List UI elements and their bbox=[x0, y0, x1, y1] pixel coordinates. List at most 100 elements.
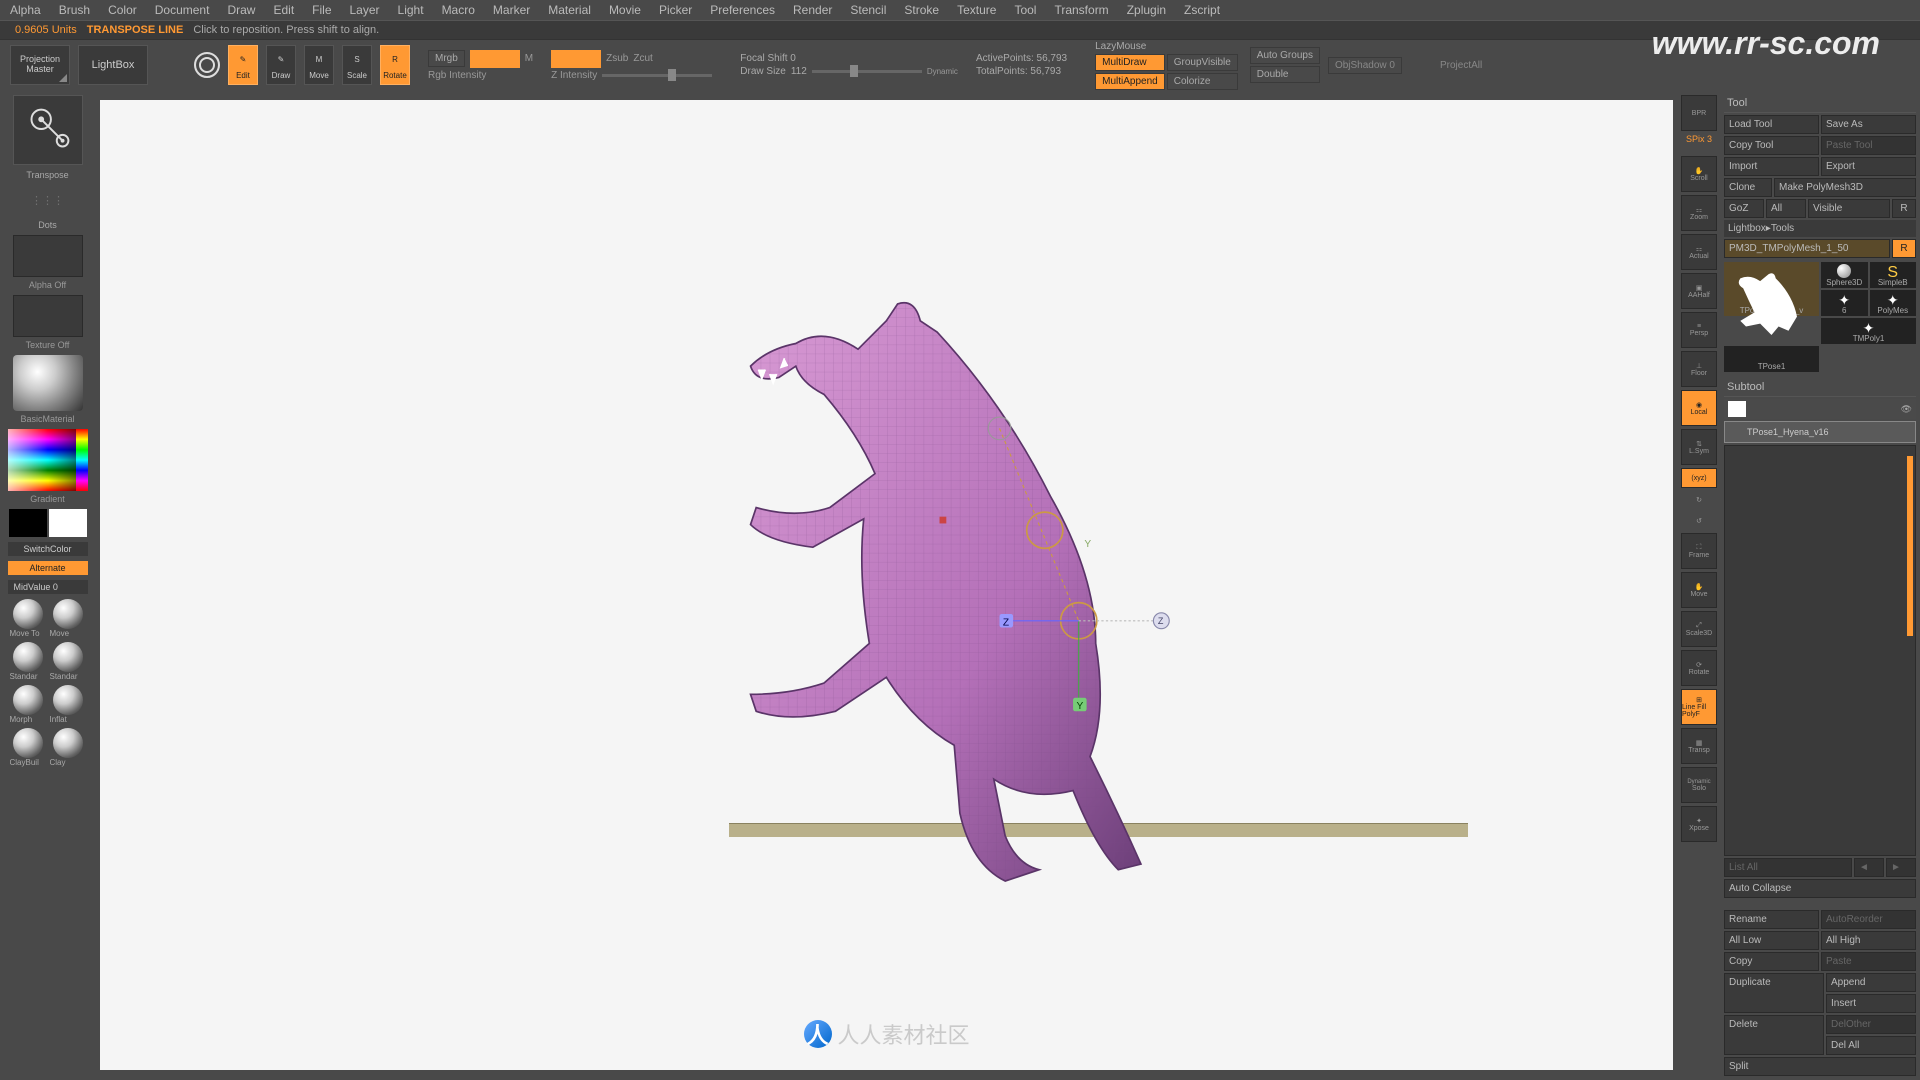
load-tool-button[interactable]: Load Tool bbox=[1724, 115, 1819, 134]
m-button[interactable]: M bbox=[525, 53, 533, 64]
zadd-button[interactable] bbox=[551, 50, 601, 68]
tool-thumb-polymes[interactable]: ✦PolyMes bbox=[1870, 290, 1917, 316]
menu-macro[interactable]: Macro bbox=[442, 3, 475, 17]
menu-zplugin[interactable]: Zplugin bbox=[1127, 3, 1166, 17]
goz-all-button[interactable]: All bbox=[1766, 199, 1806, 218]
dynamic-label[interactable]: Dynamic bbox=[927, 67, 958, 76]
cycle-icon-2[interactable]: ↺ bbox=[1681, 512, 1717, 530]
projection-master-button[interactable]: Projection Master bbox=[10, 45, 70, 85]
zcut-button[interactable]: Zcut bbox=[633, 53, 652, 64]
dots-icon[interactable]: ⋮⋮⋮ bbox=[31, 194, 64, 207]
bpr-button[interactable]: BPR bbox=[1681, 95, 1717, 131]
colorize-button[interactable]: Colorize bbox=[1167, 73, 1238, 90]
zsub-button[interactable]: Zsub bbox=[606, 53, 628, 64]
projectall-button[interactable]: ProjectAll bbox=[1440, 60, 1482, 71]
tool-r-button[interactable]: R bbox=[1892, 239, 1916, 258]
subtool-active-row[interactable]: TPose1_Hyena_v16 bbox=[1724, 421, 1916, 443]
color-picker[interactable] bbox=[8, 429, 88, 491]
menu-draw[interactable]: Draw bbox=[227, 3, 255, 17]
double-button[interactable]: Double bbox=[1250, 66, 1320, 83]
floor-button[interactable]: ⊥Floor bbox=[1681, 351, 1717, 387]
menu-alpha[interactable]: Alpha bbox=[10, 3, 41, 17]
del-other-button[interactable]: DelOther bbox=[1826, 1015, 1916, 1034]
menu-light[interactable]: Light bbox=[398, 3, 424, 17]
move-mode-button[interactable]: MMove bbox=[304, 45, 334, 85]
menu-picker[interactable]: Picker bbox=[659, 3, 692, 17]
rename-button[interactable]: Rename bbox=[1724, 910, 1819, 929]
cycle-icon[interactable]: ↻ bbox=[1681, 491, 1717, 509]
all-low-button[interactable]: All Low bbox=[1724, 931, 1819, 950]
transp-button[interactable]: ▦Transp bbox=[1681, 728, 1717, 764]
rgb-button[interactable] bbox=[470, 50, 520, 68]
autogroups-button[interactable]: Auto Groups bbox=[1250, 47, 1320, 64]
scale-mode-button[interactable]: SScale bbox=[342, 45, 372, 85]
draw-mode-button[interactable]: ✎Draw bbox=[266, 45, 296, 85]
copy-tool-button[interactable]: Copy Tool bbox=[1724, 136, 1819, 155]
groupvisible-button[interactable]: GroupVisible bbox=[1167, 54, 1238, 71]
list-all-button[interactable]: List All bbox=[1724, 858, 1852, 877]
frame-button[interactable]: ⛶Frame bbox=[1681, 533, 1717, 569]
paste-tool-button[interactable]: Paste Tool bbox=[1821, 136, 1916, 155]
brush-outline-icon[interactable] bbox=[194, 52, 220, 78]
lightbox-tools-button[interactable]: Lightbox▸Tools bbox=[1724, 220, 1916, 237]
actual-button[interactable]: ⚏Actual bbox=[1681, 234, 1717, 270]
menu-tool[interactable]: Tool bbox=[1014, 3, 1036, 17]
tool-thumb-star[interactable]: ✦6 bbox=[1821, 290, 1868, 316]
goz-r-button[interactable]: R bbox=[1892, 199, 1916, 218]
auto-collapse-button[interactable]: Auto Collapse bbox=[1724, 879, 1916, 898]
multidraw-button[interactable]: MultiDraw bbox=[1095, 54, 1165, 71]
zoom-button[interactable]: ⚏Zoom bbox=[1681, 195, 1717, 231]
brush-clay[interactable] bbox=[53, 728, 83, 758]
brush-moveto[interactable] bbox=[13, 599, 43, 629]
brush-morph[interactable] bbox=[13, 685, 43, 715]
aahalf-button[interactable]: ▣AAHalf bbox=[1681, 273, 1717, 309]
menu-render[interactable]: Render bbox=[793, 3, 832, 17]
menu-movie[interactable]: Movie bbox=[609, 3, 641, 17]
menu-edit[interactable]: Edit bbox=[273, 3, 294, 17]
insert-button[interactable]: Insert bbox=[1826, 994, 1916, 1013]
lightbox-button[interactable]: LightBox bbox=[78, 45, 148, 85]
export-button[interactable]: Export bbox=[1821, 157, 1916, 176]
subtool-list[interactable] bbox=[1724, 445, 1916, 856]
menu-marker[interactable]: Marker bbox=[493, 3, 530, 17]
material-selector[interactable] bbox=[13, 355, 83, 411]
tool-thumb-tpose1[interactable]: TPose1 bbox=[1724, 346, 1819, 372]
xpose-button[interactable]: ✦Xpose bbox=[1681, 806, 1717, 842]
tool-thumb-hyena[interactable]: TPose1_Hyena_v bbox=[1724, 262, 1819, 316]
lazymouse-button[interactable]: LazyMouse bbox=[1095, 41, 1238, 52]
scale3d-button[interactable]: ⤢Scale3D bbox=[1681, 611, 1717, 647]
multiappend-button[interactable]: MultiAppend bbox=[1095, 73, 1165, 90]
focal-shift-label[interactable]: Focal Shift 0 bbox=[740, 53, 958, 64]
brush-inflat[interactable] bbox=[53, 685, 83, 715]
tool-thumb-tmpoly[interactable]: ✦TMPoly1 bbox=[1821, 318, 1916, 344]
texture-selector[interactable] bbox=[13, 295, 83, 337]
clone-button[interactable]: Clone bbox=[1724, 178, 1772, 197]
split-button[interactable]: Split bbox=[1724, 1057, 1916, 1076]
list-next-icon[interactable]: ► bbox=[1886, 858, 1916, 877]
tool-thumb-sphere[interactable]: Sphere3D bbox=[1821, 262, 1868, 288]
make-polymesh-button[interactable]: Make PolyMesh3D bbox=[1774, 178, 1916, 197]
draw-size-slider[interactable] bbox=[812, 70, 922, 73]
switchcolor-button[interactable]: SwitchColor bbox=[8, 542, 88, 556]
current-tool-name[interactable]: PM3D_TMPolyMesh_1_50 bbox=[1724, 239, 1890, 258]
polyf-button[interactable]: ⊞Line Fill PolyF bbox=[1681, 689, 1717, 725]
all-high-button[interactable]: All High bbox=[1821, 931, 1916, 950]
persp-button[interactable]: ≡Persp bbox=[1681, 312, 1717, 348]
gizmo-selector[interactable] bbox=[13, 95, 83, 165]
delete-button[interactable]: Delete bbox=[1724, 1015, 1824, 1055]
menu-document[interactable]: Document bbox=[155, 3, 210, 17]
move-view-button[interactable]: ✋Move bbox=[1681, 572, 1717, 608]
append-button[interactable]: Append bbox=[1826, 973, 1916, 992]
mrgb-button[interactable]: Mrgb bbox=[428, 50, 465, 67]
save-as-button[interactable]: Save As bbox=[1821, 115, 1916, 134]
brush-standard2[interactable] bbox=[53, 642, 83, 672]
rotate-mode-button[interactable]: RRotate bbox=[380, 45, 410, 85]
import-button[interactable]: Import bbox=[1724, 157, 1819, 176]
spix-label[interactable]: SPix 3 bbox=[1686, 134, 1712, 144]
viewport[interactable]: Y Z Z Y 人 人人素材社区 bbox=[100, 100, 1673, 1070]
menu-material[interactable]: Material bbox=[548, 3, 591, 17]
scroll-button[interactable]: ✋Scroll bbox=[1681, 156, 1717, 192]
menu-color[interactable]: Color bbox=[108, 3, 137, 17]
goz-button[interactable]: GoZ bbox=[1724, 199, 1764, 218]
list-prev-icon[interactable]: ◄ bbox=[1854, 858, 1884, 877]
